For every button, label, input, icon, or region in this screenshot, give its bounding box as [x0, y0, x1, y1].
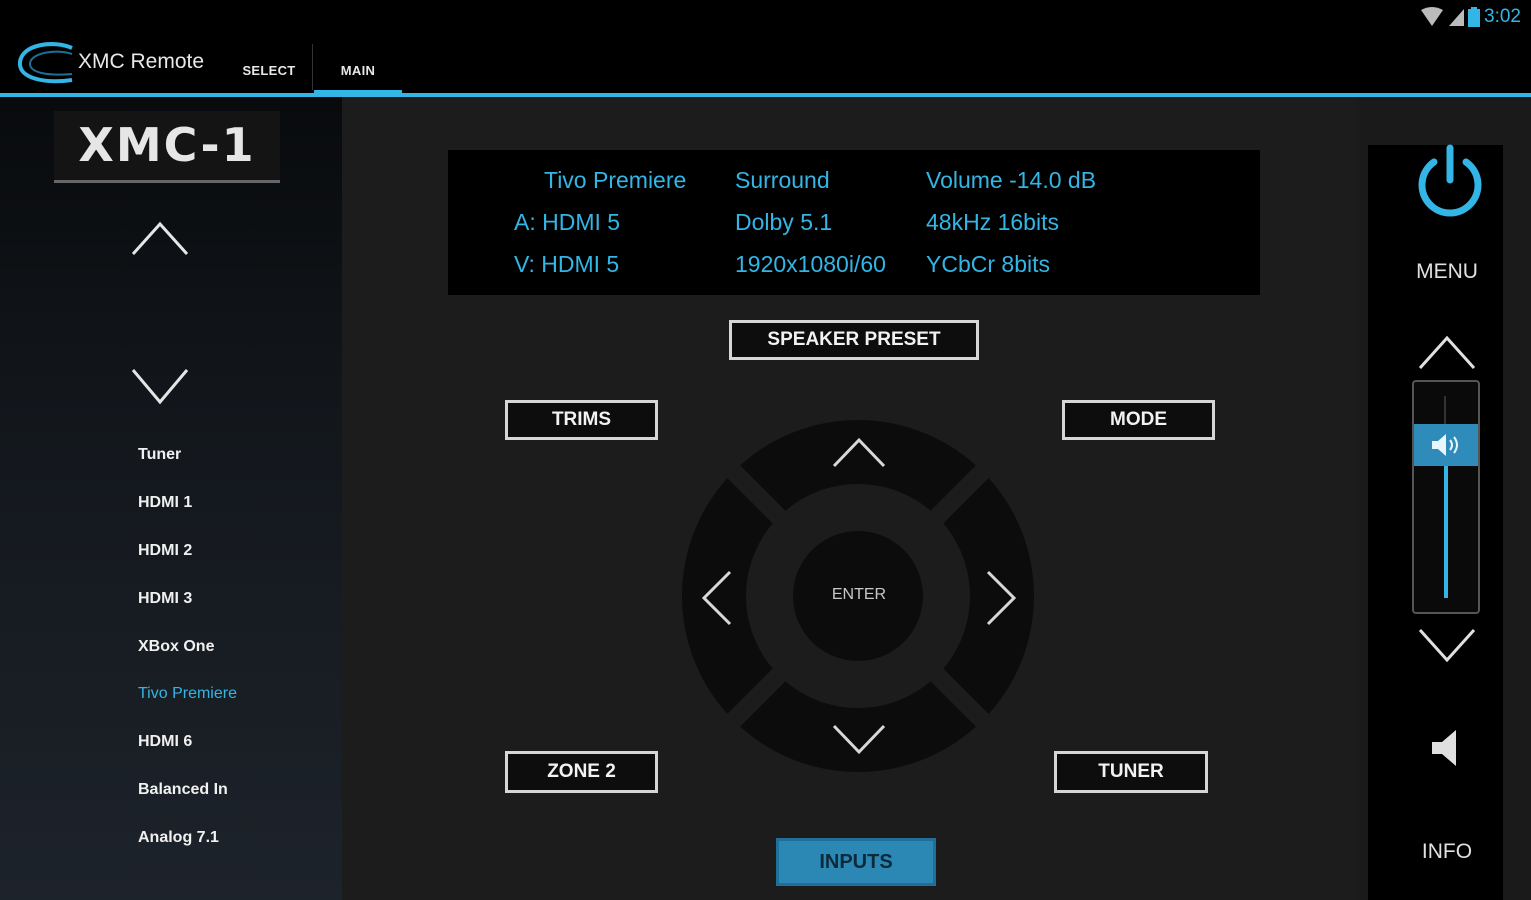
- input-item-xbox-one[interactable]: XBox One: [138, 638, 214, 656]
- audio-rate: 48kHz 16bits: [926, 209, 1059, 235]
- clock: 3:02: [1484, 6, 1521, 27]
- power-icon[interactable]: [1416, 144, 1484, 218]
- signal-icon: [1449, 9, 1465, 26]
- dpad-up-icon[interactable]: [832, 436, 886, 470]
- enter-button[interactable]: ENTER: [794, 586, 924, 604]
- tuner-button[interactable]: TUNER: [1054, 751, 1208, 793]
- volume-down-icon[interactable]: [1418, 626, 1476, 664]
- volume-track-top: [1444, 396, 1446, 424]
- input-item-hdmi-2[interactable]: HDMI 2: [138, 542, 192, 560]
- app-logo-icon[interactable]: [14, 40, 76, 88]
- inputs-button[interactable]: INPUTS: [776, 838, 936, 886]
- input-item-tivo-premiere[interactable]: Tivo Premiere: [138, 685, 237, 703]
- dpad-down-icon[interactable]: [832, 722, 886, 756]
- tab-select[interactable]: SELECT: [226, 44, 312, 96]
- status-bar: 3:02: [0, 0, 1531, 34]
- mute-icon[interactable]: [1430, 728, 1466, 768]
- scroll-up-icon[interactable]: [130, 218, 190, 258]
- brand-underline: [54, 180, 280, 183]
- menu-button[interactable]: MENU: [1368, 260, 1526, 284]
- video-resolution: 1920x1080i/60: [735, 251, 886, 277]
- mode-button[interactable]: MODE: [1062, 400, 1215, 440]
- scroll-down-icon[interactable]: [130, 366, 190, 406]
- info-button[interactable]: INFO: [1368, 840, 1526, 864]
- input-item-hdmi-6[interactable]: HDMI 6: [138, 733, 192, 751]
- volume-up-icon[interactable]: [1418, 334, 1476, 372]
- dpad-left-icon[interactable]: [700, 570, 734, 626]
- volume-level-fill: [1444, 466, 1448, 598]
- volume-readout: Volume -14.0 dB: [926, 167, 1097, 193]
- brand-logo: XMC-1: [78, 118, 256, 172]
- wifi-icon: [1421, 7, 1444, 26]
- video-input: V: HDMI 5: [514, 251, 620, 277]
- trims-button[interactable]: TRIMS: [505, 400, 658, 440]
- video-format: YCbCr 8bits: [926, 251, 1050, 277]
- app-title: XMC Remote: [78, 50, 205, 73]
- speaker-preset-button[interactable]: SPEAKER PRESET: [729, 320, 979, 360]
- battery-icon: [1468, 7, 1481, 27]
- audio-format: Dolby 5.1: [735, 209, 833, 235]
- input-item-analog-7-1[interactable]: Analog 7.1: [138, 829, 219, 847]
- input-item-hdmi-3[interactable]: HDMI 3: [138, 590, 192, 608]
- input-item-tuner[interactable]: Tuner: [138, 446, 181, 464]
- speaker-volume-icon: [1432, 434, 1458, 456]
- tab-divider: [312, 44, 313, 90]
- source-name: Tivo Premiere: [544, 167, 687, 193]
- audio-input: A: HDMI 5: [514, 209, 621, 235]
- input-item-balanced-in[interactable]: Balanced In: [138, 781, 228, 799]
- dpad-right-icon[interactable]: [984, 570, 1018, 626]
- surround-mode: Surround: [735, 167, 830, 193]
- zone-2-button[interactable]: ZONE 2: [505, 751, 658, 793]
- input-item-hdmi-1[interactable]: HDMI 1: [138, 494, 192, 512]
- status-icons: 3:02: [1420, 6, 1521, 28]
- xmc-remote-screen: 3:02 XMC Remote SELECT MAIN XMC-1 Tuner …: [0, 0, 1531, 900]
- tab-main[interactable]: MAIN: [314, 44, 402, 96]
